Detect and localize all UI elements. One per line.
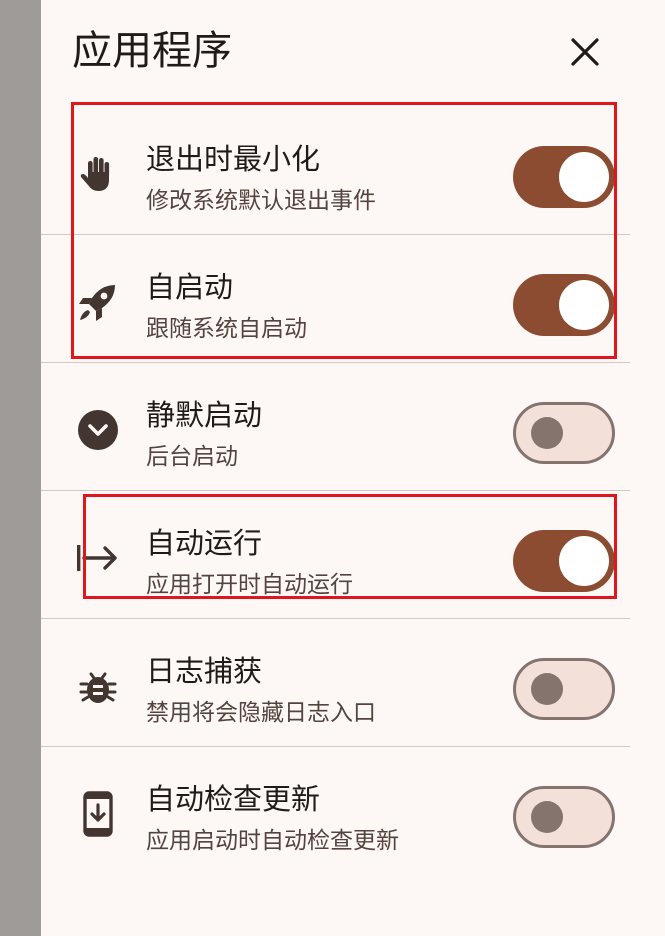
toggle-knob xyxy=(531,801,563,833)
download-phone-icon xyxy=(75,791,121,837)
setting-label: 静默启动 xyxy=(146,398,263,432)
setting-label: 自动运行 xyxy=(146,526,263,560)
setting-description: 应用启动时自动检查更新 xyxy=(146,828,399,854)
setting-description: 修改系统默认退出事件 xyxy=(146,188,376,214)
toggle-knob xyxy=(559,536,609,586)
setting-row-auto-start: 自启动 跟随系统自启动 xyxy=(41,235,630,363)
hand-icon xyxy=(75,151,121,197)
setting-row-auto-run: 自动运行 应用打开时自动运行 xyxy=(41,491,630,619)
rocket-icon xyxy=(75,279,121,325)
auto-update-check-toggle[interactable] xyxy=(513,786,615,848)
setting-row-minimize-on-exit: 退出时最小化 修改系统默认退出事件 xyxy=(41,107,630,235)
auto-run-toggle[interactable] xyxy=(513,530,615,592)
setting-description: 应用打开时自动运行 xyxy=(146,572,353,598)
close-button[interactable] xyxy=(563,30,607,74)
setting-row-silent-start: 静默启动 后台启动 xyxy=(41,363,630,491)
auto-start-toggle[interactable] xyxy=(513,274,615,336)
setting-description: 后台启动 xyxy=(146,444,238,470)
setting-row-auto-update-check: 自动检查更新 应用启动时自动检查更新 xyxy=(41,747,630,875)
setting-description: 禁用将会隐藏日志入口 xyxy=(146,700,376,726)
close-icon xyxy=(571,38,599,66)
arrow-right-bar-icon xyxy=(75,535,121,581)
setting-description: 跟随系统自启动 xyxy=(146,316,307,342)
log-capture-toggle[interactable] xyxy=(513,658,615,720)
setting-label: 日志捕获 xyxy=(146,654,263,688)
toggle-knob xyxy=(531,417,563,449)
setting-label: 自动检查更新 xyxy=(146,782,321,816)
toggle-knob xyxy=(559,152,609,202)
chevron-down-circle-icon xyxy=(75,407,121,453)
silent-start-toggle[interactable] xyxy=(513,402,615,464)
toggle-knob xyxy=(531,673,563,705)
bug-icon xyxy=(75,663,121,709)
page-title: 应用程序 xyxy=(72,28,232,74)
settings-panel: 应用程序 退出时最小化 修改系统默认退出事件 自启动 跟随系统自启动 静默启动 … xyxy=(41,0,665,936)
setting-row-log-capture: 日志捕获 禁用将会隐藏日志入口 xyxy=(41,619,630,747)
setting-label: 自启动 xyxy=(146,270,234,304)
toggle-knob xyxy=(559,280,609,330)
setting-label: 退出时最小化 xyxy=(146,142,321,176)
minimize-on-exit-toggle[interactable] xyxy=(513,146,615,208)
